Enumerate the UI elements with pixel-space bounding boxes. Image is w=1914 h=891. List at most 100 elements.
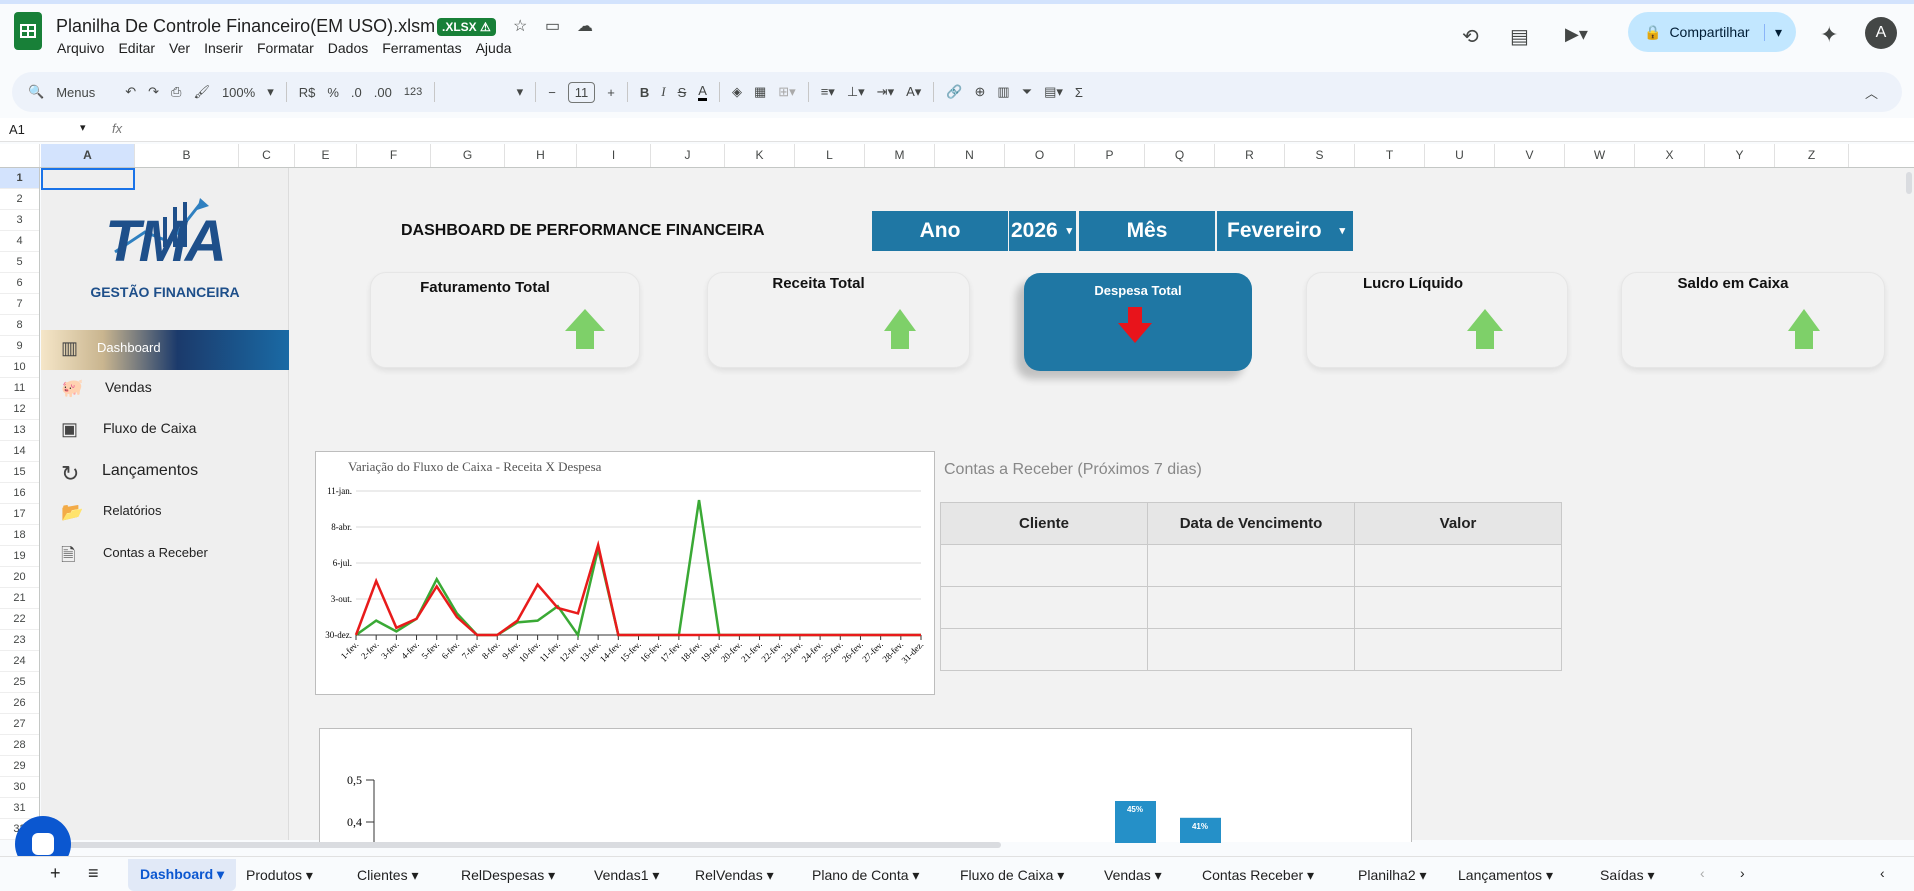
insert-link-icon[interactable]: 🔗 [946, 84, 962, 100]
sheet-tab-produtos[interactable]: Produtos ▾ [246, 867, 313, 884]
row-header-6[interactable]: 6 [0, 273, 39, 294]
row-header-15[interactable]: 15 [0, 462, 39, 483]
borders-icon[interactable]: ▦ [754, 84, 766, 100]
column-header-a[interactable]: A [41, 144, 135, 167]
text-rotation-icon[interactable]: A▾ [906, 84, 921, 100]
menu-ver[interactable]: Ver [169, 40, 190, 56]
avatar[interactable]: A [1865, 17, 1897, 49]
italic-icon[interactable]: I [661, 84, 665, 100]
ano-select[interactable]: 2026 ▾ [1009, 211, 1076, 251]
meet-video-icon[interactable]: ▶▾ [1565, 24, 1588, 45]
column-header-t[interactable]: T [1355, 144, 1425, 167]
column-header-g[interactable]: G [431, 144, 505, 167]
insert-comment-icon[interactable]: ⊕ [974, 84, 985, 100]
row-header-21[interactable]: 21 [0, 588, 39, 609]
document-title[interactable]: Planilha De Controle Financeiro(EM USO).… [56, 16, 435, 37]
column-header-j[interactable]: J [651, 144, 725, 167]
row-header-2[interactable]: 2 [0, 189, 39, 210]
row-header-13[interactable]: 13 [0, 420, 39, 441]
column-header-n[interactable]: N [935, 144, 1005, 167]
menu-inserir[interactable]: Inserir [204, 40, 243, 56]
row-header-8[interactable]: 8 [0, 315, 39, 336]
row-header-11[interactable]: 11 [0, 378, 39, 399]
chevron-down-icon[interactable]: ▾ [267, 84, 274, 100]
sheet-tab-saídas[interactable]: Saídas ▾ [1600, 867, 1655, 884]
row-header-23[interactable]: 23 [0, 630, 39, 651]
sheet-tab-planilha2[interactable]: Planilha2 ▾ [1358, 867, 1427, 884]
add-sheet-icon[interactable]: + [50, 863, 61, 884]
print-icon[interactable]: ⎙ [171, 84, 181, 100]
font-size-input[interactable]: 11 [567, 81, 596, 103]
text-wrap-icon[interactable]: ⇥▾ [877, 84, 894, 100]
column-header-h[interactable]: H [505, 144, 577, 167]
column-header-c[interactable]: C [239, 144, 295, 167]
merge-cells-icon[interactable]: ⊞▾ [778, 84, 795, 100]
selected-cell-a1[interactable] [41, 168, 135, 190]
all-sheets-icon[interactable]: ≡ [88, 863, 99, 884]
row-header-30[interactable]: 30 [0, 777, 39, 798]
name-box[interactable]: A1 [9, 122, 25, 137]
nav-item-dashboard[interactable]: ▥ Dashboard [41, 330, 289, 370]
menu-ajuda[interactable]: Ajuda [476, 40, 512, 56]
table-cell[interactable] [1354, 586, 1562, 629]
column-header-r[interactable]: R [1215, 144, 1285, 167]
sheet-tab-plano-de-conta[interactable]: Plano de Conta ▾ [812, 867, 919, 884]
mes-select[interactable]: Fevereiro ▾ [1217, 211, 1353, 251]
row-header-7[interactable]: 7 [0, 294, 39, 315]
column-header-f[interactable]: F [357, 144, 431, 167]
column-header-s[interactable]: S [1285, 144, 1355, 167]
vertical-align-icon[interactable]: ⊥▾ [847, 84, 865, 100]
column-header-p[interactable]: P [1075, 144, 1145, 167]
nav-item-fluxo-de-caixa[interactable]: ▣ Fluxo de Caixa [41, 411, 289, 451]
table-cell[interactable] [1354, 544, 1562, 587]
insert-chart-icon[interactable]: ▥ [997, 84, 1009, 100]
row-header-17[interactable]: 17 [0, 504, 39, 525]
nav-item-relatorios[interactable]: 📂 Relatórios [41, 494, 289, 534]
nav-item-lancamentos[interactable]: ↻ Lançamentos [41, 453, 289, 493]
column-header-q[interactable]: Q [1145, 144, 1215, 167]
row-header-26[interactable]: 26 [0, 693, 39, 714]
sheet-tab-relvendas[interactable]: RelVendas ▾ [695, 867, 774, 884]
row-header-3[interactable]: 3 [0, 210, 39, 231]
column-header-v[interactable]: V [1495, 144, 1565, 167]
table-cell[interactable] [940, 628, 1148, 671]
name-box-dropdown-icon[interactable]: ▾ [80, 121, 86, 134]
bold-icon[interactable]: B [640, 85, 649, 100]
row-header-10[interactable]: 10 [0, 357, 39, 378]
row-header-19[interactable]: 19 [0, 546, 39, 567]
nav-item-vendas[interactable]: 🐖 Vendas [41, 370, 289, 410]
menu-ferramentas[interactable]: Ferramentas [382, 40, 461, 56]
row-header-25[interactable]: 25 [0, 672, 39, 693]
text-color-icon[interactable]: A [698, 83, 707, 101]
row-header-12[interactable]: 12 [0, 399, 39, 420]
sheet-tab-lançamentos[interactable]: Lançamentos ▾ [1458, 867, 1553, 884]
sheet-tab-vendas[interactable]: Vendas ▾ [1104, 867, 1162, 884]
sheet-tab-contas-receber[interactable]: Contas Receber ▾ [1202, 867, 1314, 884]
gemini-icon[interactable]: ✦ [1820, 22, 1838, 48]
row-header-24[interactable]: 24 [0, 651, 39, 672]
sheet-tab-vendas1[interactable]: Vendas1 ▾ [594, 867, 659, 884]
row-header-16[interactable]: 16 [0, 483, 39, 504]
column-header-m[interactable]: M [865, 144, 935, 167]
currency-format-button[interactable]: R$ [299, 85, 316, 100]
percent-bar-chart[interactable]: 0,5 0,4 45% 41% [319, 728, 1412, 843]
functions-icon[interactable]: Σ [1075, 85, 1083, 100]
column-header-b[interactable]: B [135, 144, 239, 167]
horizontal-align-icon[interactable]: ≡▾ [821, 84, 835, 100]
kpi-card-saldo[interactable]: Saldo em Caixa [1621, 272, 1885, 368]
table-cell[interactable] [940, 544, 1148, 587]
column-header-x[interactable]: X [1635, 144, 1705, 167]
table-cell[interactable] [1354, 628, 1562, 671]
history-icon[interactable]: ⟲ [1462, 24, 1479, 49]
row-header-31[interactable]: 31 [0, 798, 39, 819]
move-folder-icon[interactable]: ▭ [545, 16, 560, 36]
collapse-sidebar-icon[interactable]: ‹ [1880, 865, 1885, 881]
share-button[interactable]: 🔒 Compartilhar ▾ [1628, 12, 1796, 52]
row-header-5[interactable]: 5 [0, 252, 39, 273]
table-cell[interactable] [1147, 586, 1355, 629]
star-icon[interactable]: ☆ [513, 16, 527, 36]
row-header-14[interactable]: 14 [0, 441, 39, 462]
column-header-y[interactable]: Y [1705, 144, 1775, 167]
font-family-select[interactable]: ▾ [447, 84, 524, 100]
row-header-1[interactable]: 1 [0, 168, 39, 189]
